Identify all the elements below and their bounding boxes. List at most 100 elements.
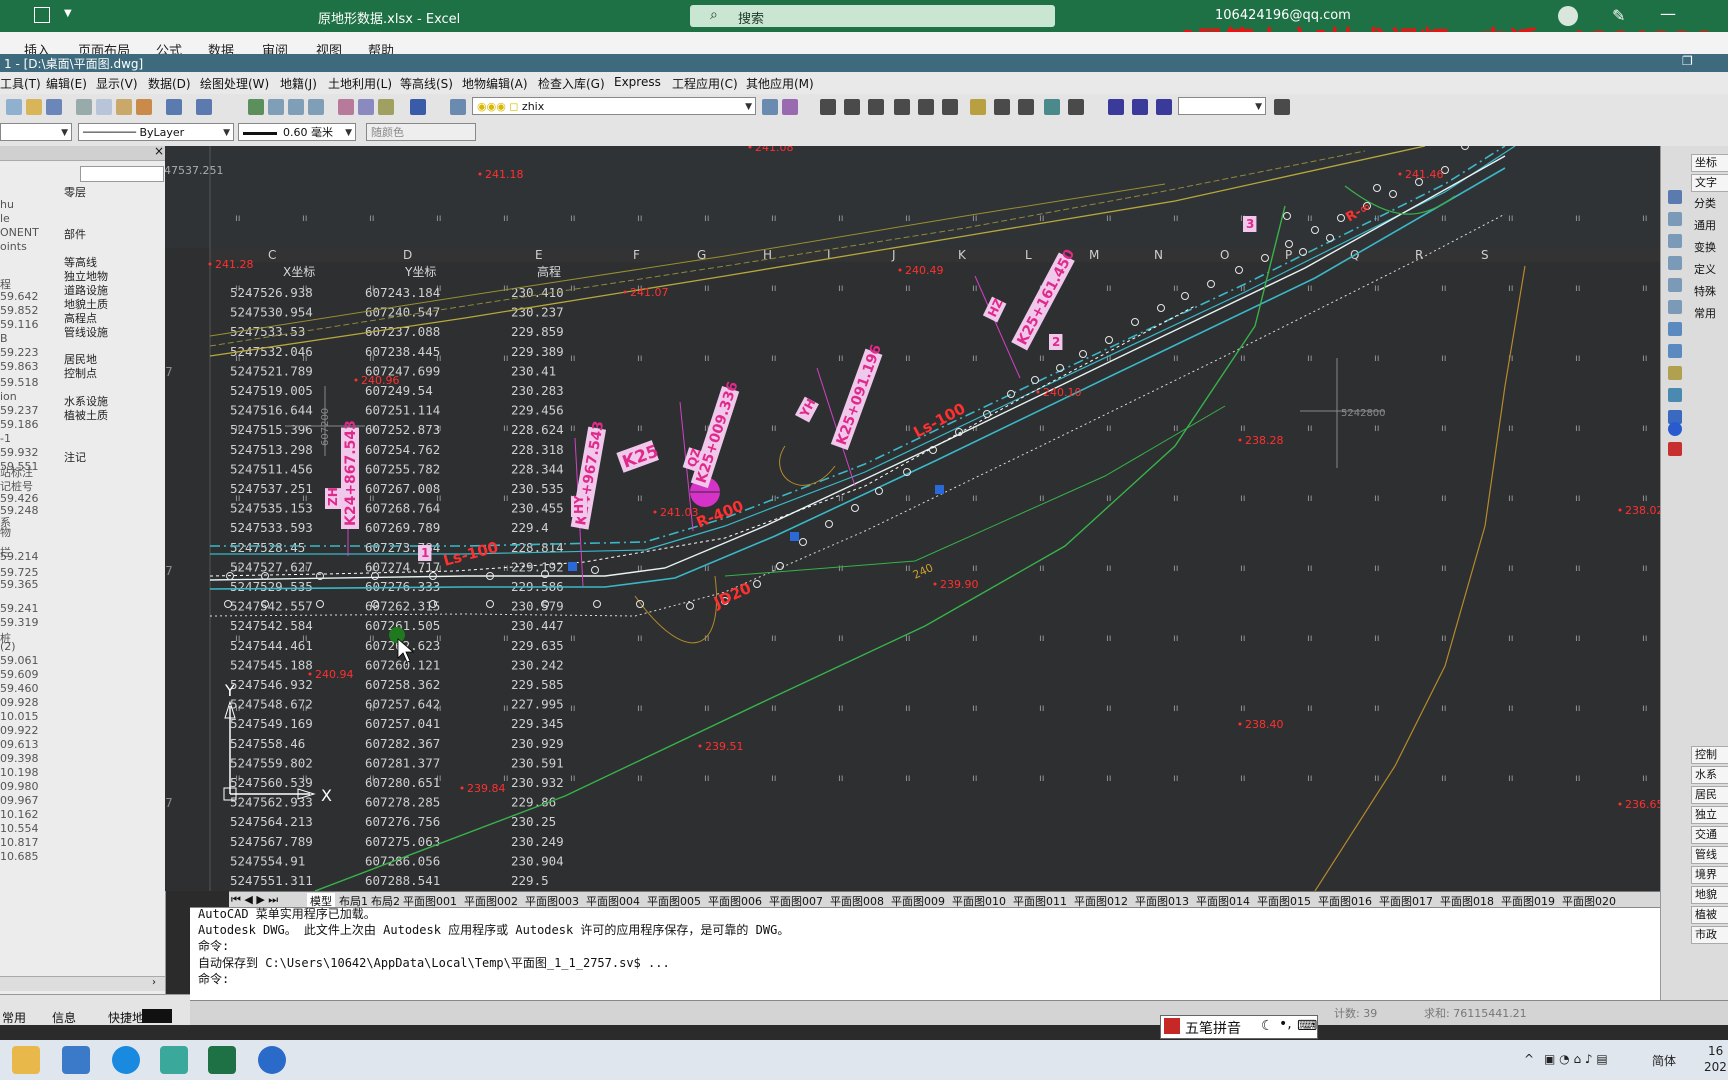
- layout-tab[interactable]: 平面图002: [464, 893, 518, 908]
- ime-toolbar[interactable]: 五笔拼音 ☾ •, ⌨: [1160, 1015, 1318, 1039]
- horizontal-scrollbar[interactable]: ›: [0, 976, 165, 991]
- palette-tab[interactable]: 地貌: [1691, 886, 1728, 904]
- ime-keyboard-icon[interactable]: ⌨: [1297, 1018, 1317, 1034]
- drawing-tool-icon[interactable]: [1668, 344, 1682, 358]
- palette-tab[interactable]: 分类: [1691, 196, 1728, 214]
- layout-tab[interactable]: 平面图019: [1501, 893, 1555, 908]
- redo-icon[interactable]: [196, 99, 212, 115]
- cad-app-icon[interactable]: [160, 1046, 188, 1074]
- dim-continue-icon[interactable]: [1018, 99, 1034, 115]
- menu-tools[interactable]: 工具(T): [0, 75, 41, 92]
- menu-feature-edit[interactable]: 地物编辑(A): [462, 75, 528, 92]
- properties-icon[interactable]: [338, 99, 354, 115]
- palette-tab[interactable]: 植被: [1691, 906, 1728, 924]
- match-properties-icon[interactable]: [136, 99, 152, 115]
- drawing-tool-icon[interactable]: [1668, 366, 1682, 380]
- palette-tab[interactable]: 水系: [1691, 766, 1728, 784]
- dim-style-icon[interactable]: [1274, 99, 1290, 115]
- palette-tab[interactable]: 独立: [1691, 806, 1728, 824]
- dim-angular-icon[interactable]: [942, 99, 958, 115]
- paste-icon[interactable]: [116, 99, 132, 115]
- file-explorer-icon[interactable]: [12, 1046, 40, 1074]
- tray-chevron-icon[interactable]: ^: [1524, 1052, 1534, 1066]
- browser-icon[interactable]: [112, 1046, 140, 1074]
- layout-tab[interactable]: 平面图008: [830, 893, 884, 908]
- excel-search-box[interactable]: ⌕ 搜索: [690, 5, 1055, 27]
- layer-item[interactable]: 植被土质: [64, 407, 108, 423]
- palette-tab[interactable]: 定义: [1691, 262, 1728, 280]
- palette-tab[interactable]: 交通: [1691, 826, 1728, 844]
- tray-icons[interactable]: ▣ ◔ ⌂ ♪ ▤: [1544, 1052, 1608, 1066]
- layout-tab[interactable]: 平面图016: [1318, 893, 1372, 908]
- dim-aligned-icon[interactable]: [844, 99, 860, 115]
- menu-express[interactable]: Express: [614, 75, 661, 89]
- center-mark-icon[interactable]: [1068, 99, 1084, 115]
- layout-tab[interactable]: 平面图007: [769, 893, 823, 908]
- info-icon[interactable]: [1668, 422, 1682, 436]
- palette-tab[interactable]: 居民: [1691, 786, 1728, 804]
- tray-date[interactable]: 202: [1704, 1060, 1727, 1074]
- pan-icon[interactable]: [248, 99, 264, 115]
- design-center-icon[interactable]: [358, 99, 374, 115]
- dim-ordinate-icon[interactable]: [868, 99, 884, 115]
- app-icon[interactable]: [62, 1046, 90, 1074]
- open-icon[interactable]: [26, 99, 42, 115]
- drawing-tool-icon[interactable]: [1668, 190, 1682, 204]
- layer-combo[interactable]: ◉◉◉ ◻ zhix ▼: [472, 97, 756, 115]
- menu-engineering[interactable]: 工程应用(C): [672, 75, 738, 92]
- palette-tab[interactable]: 变换: [1691, 240, 1728, 258]
- panel-search-box[interactable]: [80, 166, 164, 182]
- layer-manager-icon[interactable]: [450, 99, 466, 115]
- menu-check[interactable]: 检查入库(G): [538, 75, 605, 92]
- layout-tab[interactable]: 平面图017: [1379, 893, 1433, 908]
- drawing-tool-icon[interactable]: [1668, 256, 1682, 270]
- layout-tab[interactable]: 平面图014: [1196, 893, 1250, 908]
- palette-tab[interactable]: 控制: [1691, 746, 1728, 764]
- ime-punct-icon[interactable]: •,: [1279, 1016, 1292, 1032]
- plot-color-combo[interactable]: 随颜色: [366, 123, 476, 141]
- ime-moon-icon[interactable]: ☾: [1261, 1018, 1274, 1034]
- drawing-tool-icon[interactable]: [1668, 300, 1682, 314]
- save-icon[interactable]: [46, 99, 62, 115]
- menu-view[interactable]: 显示(V): [96, 75, 138, 92]
- palette-tab[interactable]: 管线: [1691, 846, 1728, 864]
- layout-tab[interactable]: 平面图009: [891, 893, 945, 908]
- linetype-combo[interactable]: ──────── ByLayer ▼: [78, 123, 234, 141]
- palette-tab[interactable]: 坐标: [1691, 154, 1728, 172]
- menu-edit[interactable]: 编辑(E): [46, 75, 87, 92]
- dim-diameter-icon[interactable]: [918, 99, 934, 115]
- delete-icon[interactable]: [1668, 442, 1682, 456]
- restore-icon[interactable]: ❐: [1682, 54, 1693, 68]
- layer-item[interactable]: 控制点: [64, 365, 97, 381]
- dim-baseline-icon[interactable]: [994, 99, 1010, 115]
- palette-tab[interactable]: 市政: [1691, 926, 1728, 944]
- tab-shortcut[interactable]: 快捷地: [108, 1009, 144, 1026]
- cut-icon[interactable]: [76, 99, 92, 115]
- cad-drawing-area[interactable]: ıı ıı ıı ıı ıı ıı ıı ıı ıı ıı ıı ıı ıı ıı ıı ıı ıı ıı ıı ıı…: [165, 146, 1660, 891]
- excel-icon[interactable]: [208, 1046, 236, 1074]
- dim-style-combo[interactable]: ▼: [1178, 97, 1266, 115]
- layout-tab[interactable]: 平面图015: [1257, 893, 1311, 908]
- menu-other[interactable]: 其他应用(M): [746, 75, 814, 92]
- menu-cadastre[interactable]: 地籍(J): [280, 75, 317, 92]
- app-icon[interactable]: [258, 1046, 286, 1074]
- layout-tab[interactable]: 平面图001: [403, 893, 457, 908]
- layout-tab[interactable]: 平面图005: [647, 893, 701, 908]
- layout-tab[interactable]: 平面图003: [525, 893, 579, 908]
- drawing-tool-icon[interactable]: [1668, 388, 1682, 402]
- new-icon[interactable]: [6, 99, 22, 115]
- zoom-window-icon[interactable]: [288, 99, 304, 115]
- close-icon[interactable]: ×: [154, 146, 164, 158]
- menu-land-use[interactable]: 土地利用(L): [328, 75, 392, 92]
- drawing-tool-icon[interactable]: [1668, 322, 1682, 336]
- dim-linear-icon[interactable]: [820, 99, 836, 115]
- tab-common[interactable]: 常用: [2, 1009, 26, 1026]
- scroll-right-icon[interactable]: ›: [152, 977, 156, 988]
- zoom-realtime-icon[interactable]: [268, 99, 284, 115]
- dim-update-icon[interactable]: [1156, 99, 1172, 115]
- tray-language[interactable]: 简体: [1652, 1052, 1676, 1069]
- drawing-tool-icon[interactable]: [1668, 212, 1682, 226]
- layer-item[interactable]: 注记: [64, 449, 86, 465]
- layout-tab[interactable]: 平面图020: [1562, 893, 1616, 908]
- layout-tab[interactable]: 平面图018: [1440, 893, 1494, 908]
